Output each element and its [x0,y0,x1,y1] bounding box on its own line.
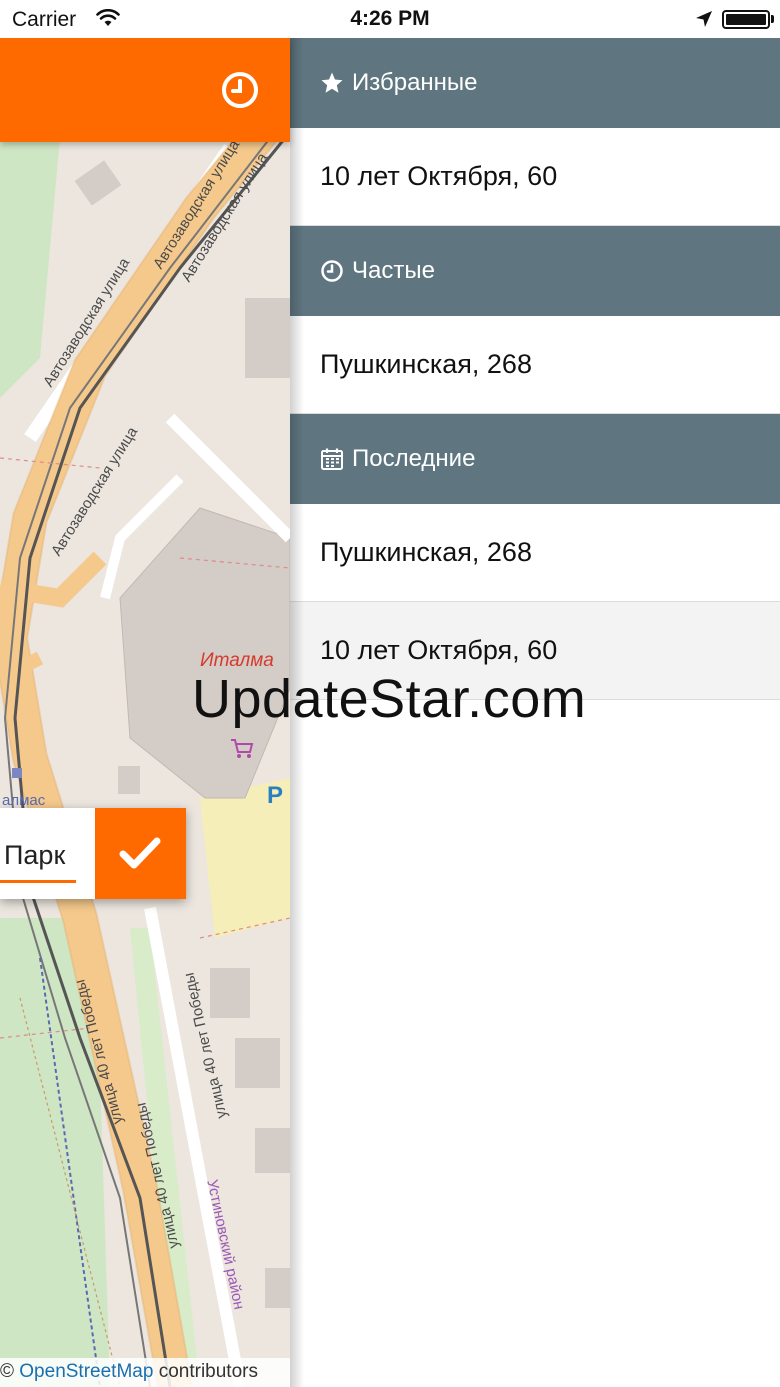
location-arrow-icon [695,10,713,33]
attribution-suffix: contributors [158,1361,258,1382]
section-header-frequent: Частые [290,226,780,316]
checkmark-icon [119,837,161,869]
station-label: алмас [2,792,46,809]
openstreetmap-link[interactable]: OpenStreetMap [19,1361,153,1382]
list-item[interactable]: Пушкинская, 268 [290,504,780,602]
address-search-box: Парк [0,808,186,899]
battery-tip [771,15,774,23]
parking-label: P [267,782,284,809]
section-header-recent: Последние [290,414,780,504]
list-item[interactable]: Пушкинская, 268 [290,316,780,414]
input-underline [0,880,76,883]
map-header-bar [0,38,290,142]
clock-icon [320,259,344,283]
section-title: Избранные [352,69,478,96]
shopping-cart-icon [230,738,254,765]
battery-icon [722,10,770,29]
address-label: Пушкинская, 268 [320,537,532,567]
clock-icon[interactable] [220,70,260,110]
address-label: 10 лет Октября, 60 [320,635,558,665]
status-bar: Carrier 4:26 PM [0,0,780,38]
section-header-favorites: Избранные [290,38,780,128]
address-input-value: Парк [4,840,66,870]
section-title: Частые [352,257,435,284]
star-icon [320,71,344,95]
section-title: Последние [352,445,476,472]
address-input[interactable]: Парк [0,808,95,899]
watermark: UpdateStar.com [192,669,587,729]
clock-time: 4:26 PM [350,7,430,30]
calendar-icon [320,447,344,471]
copyright-sign: © [0,1361,14,1382]
address-label: Пушкинская, 268 [320,349,532,379]
battery-level [726,14,766,25]
confirm-button[interactable] [95,808,186,899]
map-attribution: © OpenStreetMap contributors [0,1358,290,1387]
address-label: 10 лет Октября, 60 [320,161,558,191]
list-item[interactable]: 10 лет Октября, 60 [290,128,780,226]
